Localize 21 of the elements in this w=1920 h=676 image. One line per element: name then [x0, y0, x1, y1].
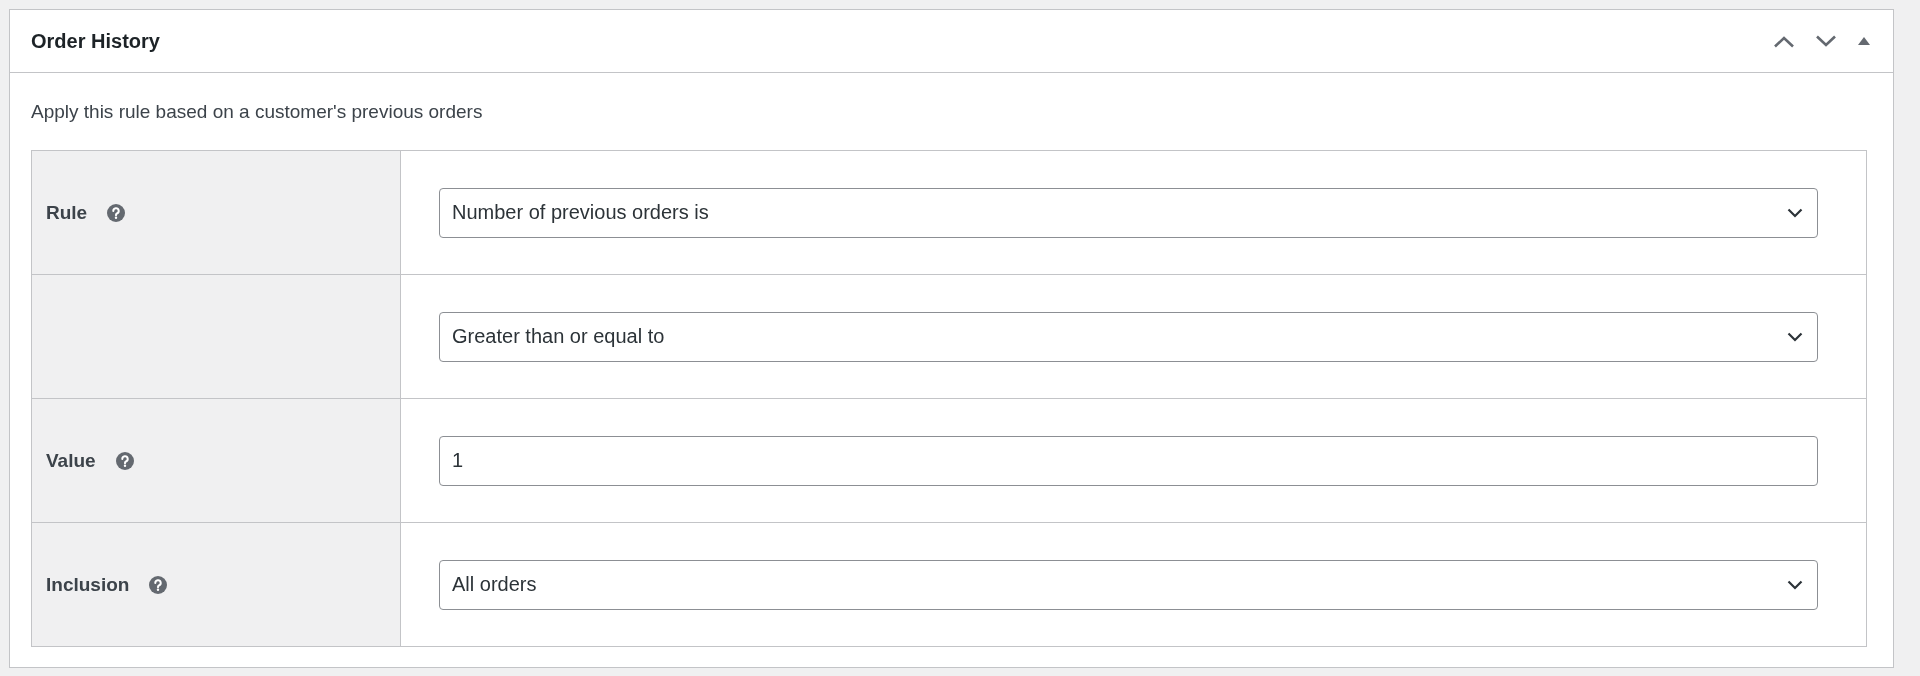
- description-text: Apply this rule based on a customer's previous orders: [31, 101, 484, 123]
- dropdown-field[interactable]: Greater than or equal to: [439, 311, 1818, 362]
- help-icon[interactable]: [149, 575, 168, 594]
- field-label: Value: [46, 449, 96, 472]
- collapse-button[interactable]: [1857, 36, 1871, 46]
- help-icon[interactable]: [107, 203, 126, 222]
- chevron-down-icon: [1787, 331, 1803, 342]
- panel-title: Order History: [31, 29, 161, 53]
- chevron-down-icon: [1787, 579, 1803, 590]
- chevron-down-icon: [1787, 207, 1803, 218]
- dropdown-field[interactable]: All orders: [439, 559, 1818, 610]
- input-field[interactable]: 1: [439, 435, 1818, 486]
- chevron-down-icon: [1815, 34, 1837, 48]
- move-down-button[interactable]: [1815, 34, 1837, 48]
- dropdown-field[interactable]: Number of previous orders is: [439, 187, 1818, 238]
- field-label: Inclusion: [46, 573, 130, 596]
- triangle-up-icon: [1857, 36, 1871, 46]
- chevron-up-icon: [1773, 34, 1795, 48]
- field-label: Rule: [46, 201, 88, 224]
- help-icon[interactable]: [115, 451, 134, 470]
- move-up-button[interactable]: [1773, 34, 1795, 48]
